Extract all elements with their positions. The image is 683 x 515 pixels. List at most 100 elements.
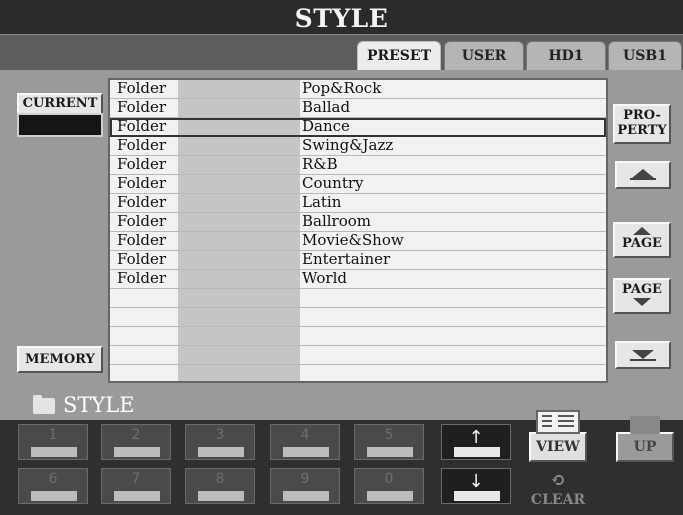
current-style-display [17, 113, 103, 137]
list-item-name: Ballroom [302, 212, 372, 230]
select-button-7[interactable]: 7 [101, 468, 171, 504]
select-number: 6 [48, 471, 58, 487]
list-item[interactable] [110, 308, 606, 327]
tab-preset[interactable]: PRESET [357, 41, 441, 71]
scroll-top-button[interactable] [615, 161, 671, 189]
up-arrow-button[interactable]: ↑ [441, 424, 511, 460]
list-item-type: Folder [117, 136, 167, 154]
select-button-6[interactable]: 6 [18, 468, 88, 504]
select-number: 4 [300, 427, 310, 443]
clear-button[interactable]: ⟲ CLEAR [528, 472, 588, 512]
title-bar: STYLE [0, 0, 683, 34]
select-number: 9 [300, 471, 310, 487]
refresh-icon: ⟲ [550, 470, 566, 491]
list-item-type: Folder [117, 98, 167, 116]
property-label-1: PRO- [623, 108, 661, 123]
list-item-type: Folder [117, 231, 167, 249]
folder-path-label: STYLE [63, 393, 135, 417]
list-item-type: Folder [117, 193, 167, 211]
select-button-0[interactable]: 0 [354, 468, 424, 504]
list-item-type: Folder [117, 79, 167, 97]
view-label: VIEW [536, 439, 580, 455]
list-item-name: Latin [302, 193, 342, 211]
arrow-down-icon [632, 350, 654, 359]
list-item-type: Folder [117, 269, 167, 287]
page-down-button[interactable]: PAGE [613, 278, 671, 314]
list-item[interactable]: Folder Swing&Jazz [110, 137, 606, 156]
list-item-type: Folder [117, 212, 167, 230]
select-button-8[interactable]: 8 [185, 468, 255, 504]
list-item-type: Folder [117, 174, 167, 192]
select-button-3[interactable]: 3 [185, 424, 255, 460]
list-item[interactable]: Folder Dance [110, 118, 606, 137]
select-number: 8 [215, 471, 225, 487]
arrow-down-icon: ↓ [468, 471, 484, 492]
list-item-name: Swing&Jazz [302, 136, 394, 154]
arrow-up-icon [633, 227, 651, 235]
select-button-1[interactable]: 1 [18, 424, 88, 460]
down-arrow-button[interactable]: ↓ [441, 468, 511, 504]
list-item[interactable]: Folder Pop&Rock [110, 80, 606, 99]
select-button-5[interactable]: 5 [354, 424, 424, 460]
clear-label: CLEAR [530, 492, 586, 508]
list-item[interactable] [110, 327, 606, 346]
list-item-name: R&B [302, 155, 338, 173]
list-item[interactable]: Folder Entertainer [110, 251, 606, 270]
list-item[interactable] [110, 346, 606, 365]
list-item[interactable] [110, 365, 606, 381]
up-label: UP [633, 439, 657, 455]
screen-title: STYLE [294, 4, 389, 33]
bar-icon [630, 178, 656, 180]
list-item[interactable]: Folder Latin [110, 194, 606, 213]
list-item[interactable]: Folder Ballad [110, 99, 606, 118]
scroll-bottom-button[interactable] [615, 341, 671, 369]
list-item-name: Country [302, 174, 364, 192]
list-item-type: Folder [117, 250, 167, 268]
list-item[interactable]: Folder Country [110, 175, 606, 194]
folder-up-icon [630, 416, 660, 434]
list-item[interactable] [110, 289, 606, 308]
memory-button[interactable]: MEMORY [17, 346, 103, 373]
bar-icon [630, 359, 656, 361]
property-button[interactable]: PRO- PERTY [613, 104, 671, 144]
arrow-down-icon [633, 298, 651, 306]
arrow-up-icon [632, 169, 654, 178]
folder-icon [33, 395, 55, 414]
select-number: 5 [384, 427, 394, 443]
list-item-name: Dance [302, 117, 350, 135]
current-button[interactable]: CURRENT [17, 93, 103, 115]
select-number: 7 [131, 471, 141, 487]
list-item[interactable]: Folder R&B [110, 156, 606, 175]
tab-bar: PRESET USER HD1 USB1 [0, 34, 683, 71]
select-button-2[interactable]: 2 [101, 424, 171, 460]
view-button[interactable]: VIEW [529, 432, 587, 462]
list-item-name: Entertainer [302, 250, 391, 268]
style-file-list: Folder Pop&Rock Folder Ballad Folder Dance Fol… [108, 78, 608, 383]
list-item[interactable]: Folder Movie&Show [110, 232, 606, 251]
tab-hd1[interactable]: HD1 [526, 41, 606, 71]
list-item-name: World [302, 269, 347, 287]
select-number: 2 [131, 427, 141, 443]
list-item[interactable]: Folder World [110, 270, 606, 289]
page-up-label: PAGE [622, 236, 662, 251]
list-view-icon [536, 410, 580, 434]
up-folder-button[interactable]: UP [616, 432, 674, 462]
list-item-name: Ballad [302, 98, 351, 116]
select-number: 3 [215, 427, 225, 443]
list-item-name: Movie&Show [302, 231, 404, 249]
list-item-type: Folder [117, 155, 167, 173]
bottom-panel: 1 2 3 4 5 ↑ 6 7 8 9 0 ↓ VIEW UP ⟲ CLEAR [0, 410, 683, 515]
select-number: 1 [48, 427, 58, 443]
select-button-9[interactable]: 9 [270, 468, 340, 504]
property-label-2: PERTY [617, 123, 667, 138]
page-down-label: PAGE [622, 282, 662, 297]
page-up-button[interactable]: PAGE [613, 222, 671, 258]
list-item-name: Pop&Rock [302, 79, 382, 97]
tab-usb1[interactable]: USB1 [608, 41, 682, 71]
list-item-type: Folder [117, 117, 167, 135]
list-item[interactable]: Folder Ballroom [110, 213, 606, 232]
tab-user[interactable]: USER [444, 41, 524, 71]
arrow-up-icon: ↑ [468, 427, 484, 448]
select-number: 0 [384, 471, 394, 487]
select-button-4[interactable]: 4 [270, 424, 340, 460]
